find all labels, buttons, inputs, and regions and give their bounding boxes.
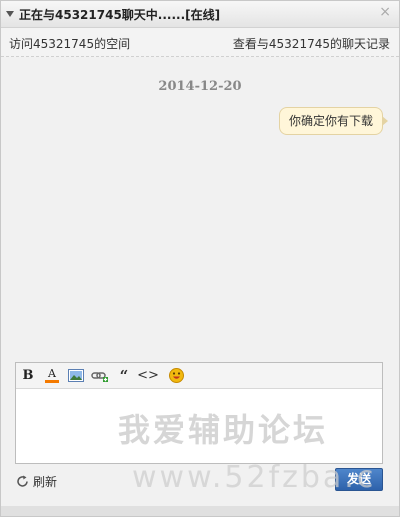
font-color-bar xyxy=(45,379,59,383)
refresh-label: 刷新 xyxy=(33,475,58,489)
refresh-icon xyxy=(17,475,28,487)
view-history-link[interactable]: 查看与45321745的聊天记录 xyxy=(233,35,390,52)
emoji-icon[interactable] xyxy=(166,367,186,384)
close-button[interactable]: × xyxy=(379,4,391,20)
link-bar: 访问45321745的空间 查看与45321745的聊天记录 xyxy=(1,28,399,57)
bold-icon[interactable]: B xyxy=(18,367,38,384)
message-area: 2014-12-20 你确定你有下载 xyxy=(1,57,399,357)
chat-window: 正在与45321745聊天中......[在线] × 访问45321745的空间… xyxy=(0,0,400,517)
font-color-letter: A xyxy=(48,366,56,380)
message-editor: B A “ <> xyxy=(15,362,383,464)
window-title: 正在与45321745聊天中......[在线] xyxy=(19,8,221,22)
quote-icon[interactable]: “ xyxy=(114,367,134,385)
message-date: 2014-12-20 xyxy=(158,79,242,94)
message-text: 你确定你有下载 xyxy=(288,114,373,128)
refresh-button[interactable]: 刷新 xyxy=(16,473,57,490)
visit-space-link[interactable]: 访问45321745的空间 xyxy=(9,35,130,52)
message-input[interactable] xyxy=(16,389,382,463)
title-bar[interactable]: 正在与45321745聊天中......[在线] × xyxy=(1,1,399,28)
image-icon[interactable] xyxy=(66,367,86,384)
link-icon[interactable] xyxy=(90,367,110,384)
send-button[interactable]: 发送 xyxy=(335,468,383,491)
message-bubble: 你确定你有下载 xyxy=(278,107,388,135)
bubble-tail xyxy=(382,116,388,126)
bottom-strip xyxy=(1,506,399,516)
editor-toolbar: B A “ <> xyxy=(16,363,382,389)
collapse-arrow-icon[interactable] xyxy=(6,11,14,17)
font-color-icon[interactable]: A xyxy=(42,367,62,384)
code-icon[interactable]: <> xyxy=(137,367,159,384)
